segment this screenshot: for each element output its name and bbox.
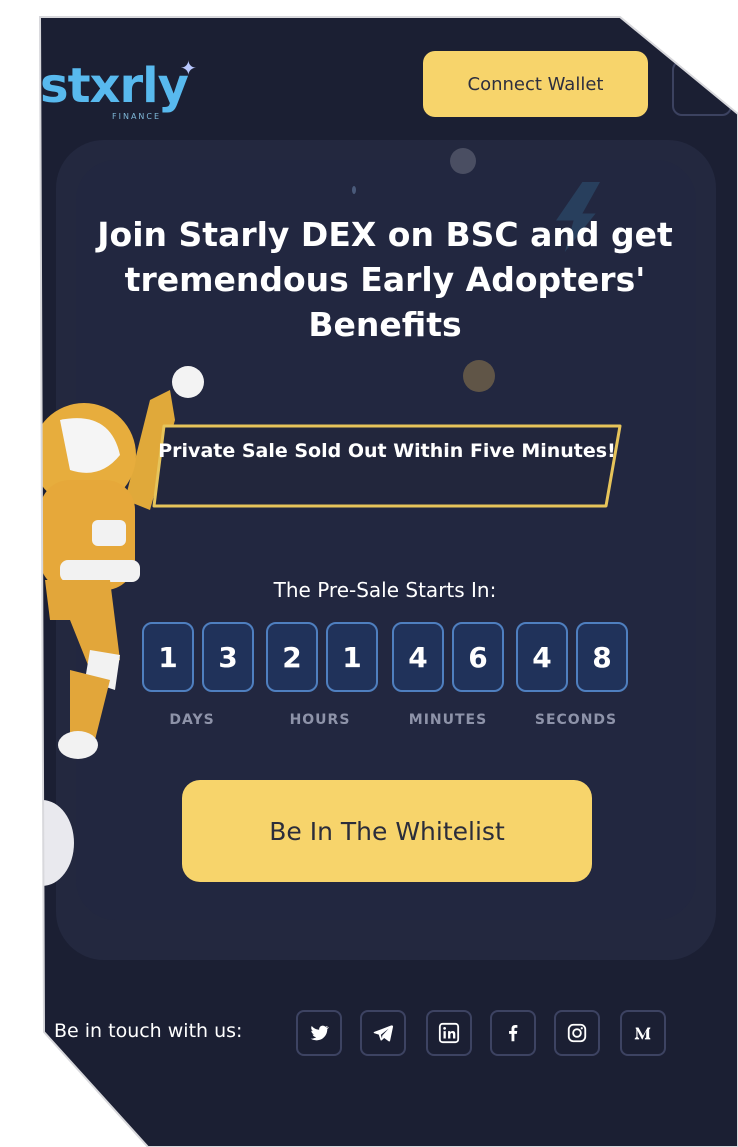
whitelist-button[interactable]: Be In The Whitelist — [182, 780, 592, 882]
countdown-digit: 6 — [452, 622, 504, 692]
countdown-unit-minutes: MINUTES — [408, 712, 488, 728]
countdown-title: The Pre-Sale Starts In: — [273, 578, 497, 602]
countdown-digit: 4 — [516, 622, 568, 692]
countdown-unit-hours: HOURS — [289, 712, 351, 728]
countdown-digit: 1 — [326, 622, 378, 692]
countdown-digit: 4 — [392, 622, 444, 692]
twitter-icon[interactable] — [296, 1010, 342, 1056]
app-screen: stxrly FINANCE ✦ Connect Wallet Join Sta… — [40, 17, 738, 1147]
countdown-digit: 8 — [576, 622, 628, 692]
countdown-unit-seconds: SECONDS — [534, 712, 618, 728]
connect-wallet-button[interactable]: Connect Wallet — [423, 51, 648, 117]
linkedin-icon[interactable] — [426, 1010, 472, 1056]
sold-out-banner: Private Sale Sold Out Within Five Minute… — [150, 422, 624, 510]
facebook-icon[interactable] — [490, 1010, 536, 1056]
moon-decoration — [40, 800, 74, 886]
countdown-digit: 3 — [202, 622, 254, 692]
hero-title: Join Starly DEX on BSC and get tremendou… — [97, 215, 673, 344]
medium-icon[interactable] — [620, 1010, 666, 1056]
star-decoration — [352, 186, 356, 194]
logo-subtitle: FINANCE — [112, 112, 162, 121]
telegram-icon[interactable] — [360, 1010, 406, 1056]
countdown-digit: 1 — [142, 622, 194, 692]
logo[interactable]: stxrly — [41, 62, 189, 110]
banner-text: Private Sale Sold Out Within Five Minute… — [158, 440, 616, 462]
instagram-icon[interactable] — [554, 1010, 600, 1056]
planet-decoration — [463, 360, 495, 392]
menu-button[interactable] — [672, 60, 732, 116]
countdown-digits: 1 3 2 1 4 6 4 8 — [142, 622, 634, 694]
social-label: Be in touch with us: — [54, 1020, 243, 1042]
sparkle-icon: ✦ — [180, 56, 197, 80]
countdown-digit: 2 — [266, 622, 318, 692]
planet-decoration — [450, 148, 476, 174]
countdown-unit-days: DAYS — [169, 712, 215, 728]
